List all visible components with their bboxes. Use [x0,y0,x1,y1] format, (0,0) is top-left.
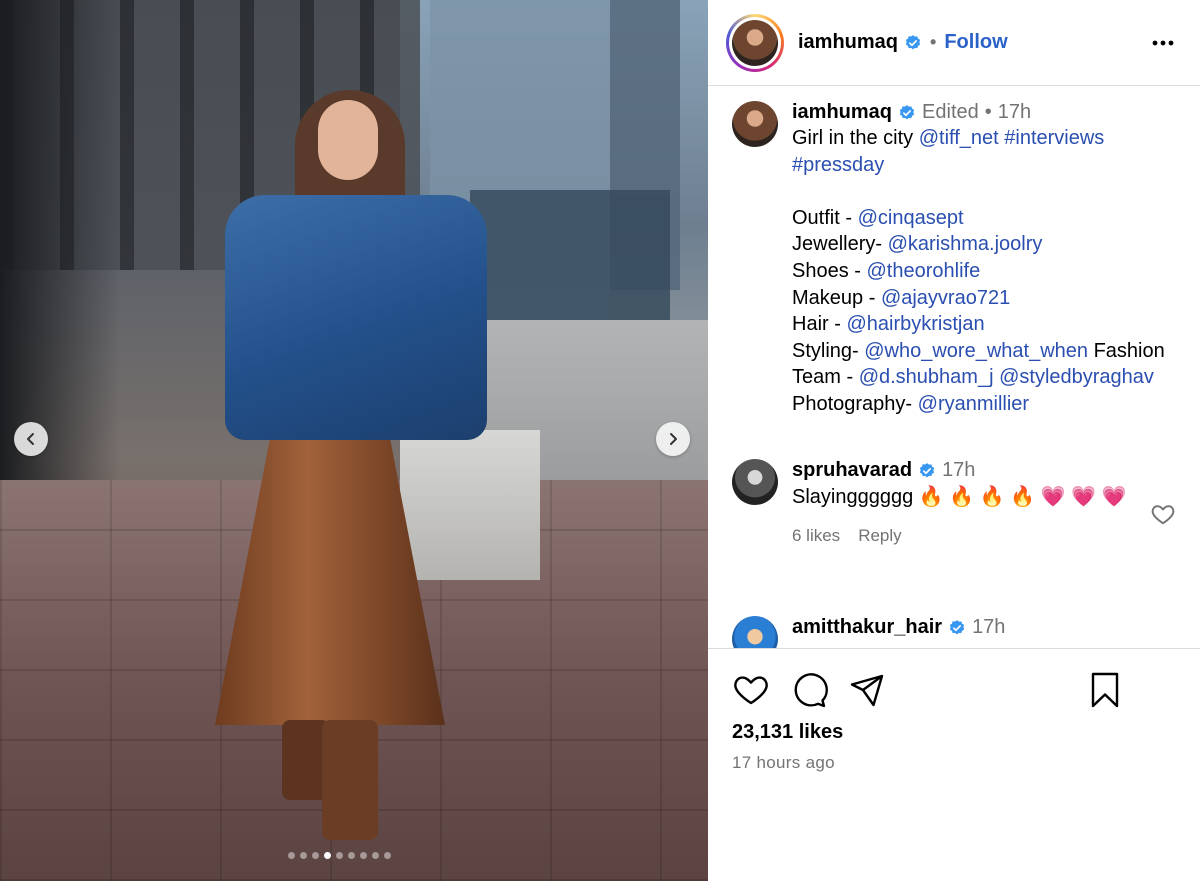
verified-icon [949,619,965,634]
avatar[interactable] [732,101,778,147]
caption-fragment: Outfit - [792,206,858,229]
mention-link[interactable]: @ajayvrao721 [881,287,1010,309]
verified-icon [899,104,915,119]
caption-fragment: Styling- [792,339,865,362]
reply-button[interactable]: Reply [858,526,901,546]
carousel-prev-button[interactable] [14,422,48,456]
heart-icon[interactable] [1150,501,1176,527]
comments-section[interactable]: iamhumaq Edited • 17h Girl in the city @… [708,87,1200,648]
mention-link[interactable]: @tiff_net [919,127,999,149]
post-media[interactable] [0,0,708,881]
mention-link[interactable]: @ryanmillier [918,393,1029,415]
separator-dot: • [984,101,992,123]
person-face [318,100,378,180]
chevron-left-icon [27,433,34,445]
carousel-dot [300,852,307,859]
hashtag-link[interactable]: #pressday [792,154,884,176]
carousel-next-button[interactable] [656,422,690,456]
post-header: iamhumaq • Follow [708,0,1200,86]
caption-fragment: Girl in the city [792,127,919,149]
comment-username[interactable]: spruhavarad [792,459,912,482]
comment-time[interactable]: 17h [972,616,1005,639]
caption-fragment: Hair - [792,313,847,336]
carousel-dot [372,852,379,859]
mention-link[interactable]: @who_wore_what_when [864,340,1088,362]
carousel-dot [324,852,331,859]
caption-time[interactable]: 17h [998,101,1031,124]
post-actions: 23,131 likes 17 hours ago [708,648,1200,881]
mention-link[interactable]: @cinqasept [858,207,964,229]
caption-fragment: Shoes - [792,259,867,282]
comment: amitthakur_hair 17h [732,616,1182,648]
avatar [732,19,778,66]
caption-fragment: Makeup - [792,286,881,309]
post-username[interactable]: iamhumaq [798,31,898,54]
share-icon[interactable] [848,671,886,709]
caption-fragment: Fashion [1093,339,1165,362]
mention-link[interactable]: @theorohlife [866,260,980,282]
carousel-dot [312,852,319,859]
likes-count[interactable]: 23,131 likes [732,721,843,744]
verified-icon [905,34,921,49]
mention-link[interactable]: @styledbyraghav [999,366,1154,388]
bookmark-icon[interactable] [1088,671,1122,709]
person-boot [322,720,378,840]
heart-icon[interactable] [732,671,770,709]
carousel-dot [348,852,355,859]
post-time[interactable]: 17 hours ago [732,753,835,773]
more-options-button[interactable] [1150,30,1176,56]
avatar[interactable] [732,459,778,505]
comment-icon[interactable] [790,671,828,709]
comment-text: Slayingggggg 🔥 🔥 🔥 🔥 💗 💗 💗 [792,486,1127,508]
comment-likes[interactable]: 6 likes [792,526,840,546]
caption-text: Girl in the city @tiff_net #interviews #… [792,125,1182,418]
carousel-dot [360,852,367,859]
more-icon [1152,40,1174,46]
caption-fragment: Photography- [792,392,918,415]
carousel-dot [336,852,343,859]
separator-dot: • [930,32,937,52]
comment-time[interactable]: 17h [942,459,975,482]
mention-link[interactable]: @hairbykristjan [846,313,984,335]
background-building [470,190,670,320]
person-jacket [225,195,487,440]
caption-fragment: Team - [792,366,859,389]
caption-username[interactable]: iamhumaq [792,101,892,124]
mention-link[interactable]: @karishma.joolry [888,233,1043,255]
scaffolding-shadow [0,0,120,560]
caption-fragment: Jewellery- [792,233,888,256]
concrete-barrier [400,430,540,580]
edited-label: Edited [922,101,979,123]
carousel-indicator [288,852,391,859]
verified-icon [919,462,935,477]
chevron-right-icon [670,433,677,445]
story-ring[interactable] [726,13,784,72]
avatar[interactable] [732,616,778,648]
mention-link[interactable]: @d.shubham_j [859,366,994,388]
carousel-dot [384,852,391,859]
post-caption: iamhumaq Edited • 17h Girl in the city @… [732,101,1182,418]
comment-username[interactable]: amitthakur_hair [792,616,942,639]
comment: spruhavarad 17h Slayingggggg 🔥 🔥 🔥 🔥 💗 💗… [732,459,1182,546]
post-side-panel: iamhumaq • Follow iamhumaq Edited • 17h … [708,0,1200,881]
follow-button[interactable]: Follow [944,31,1007,54]
carousel-dot [288,852,295,859]
hashtag-link[interactable]: #interviews [1004,127,1104,149]
